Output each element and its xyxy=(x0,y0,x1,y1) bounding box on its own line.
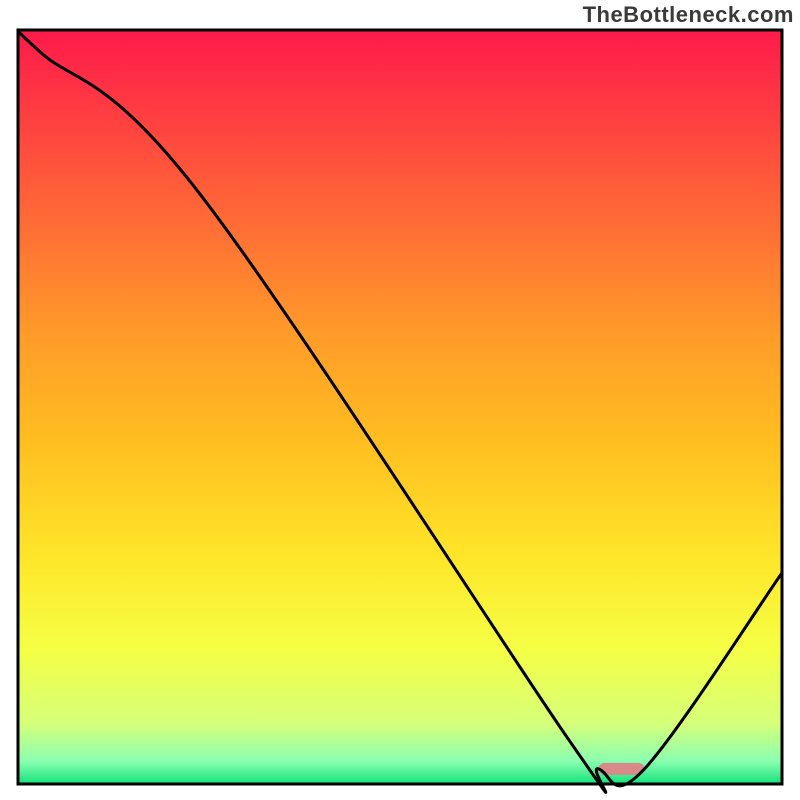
plot-background xyxy=(18,30,782,784)
chart-stage: TheBottleneck.com xyxy=(0,0,800,800)
bottleneck-chart xyxy=(0,0,800,800)
